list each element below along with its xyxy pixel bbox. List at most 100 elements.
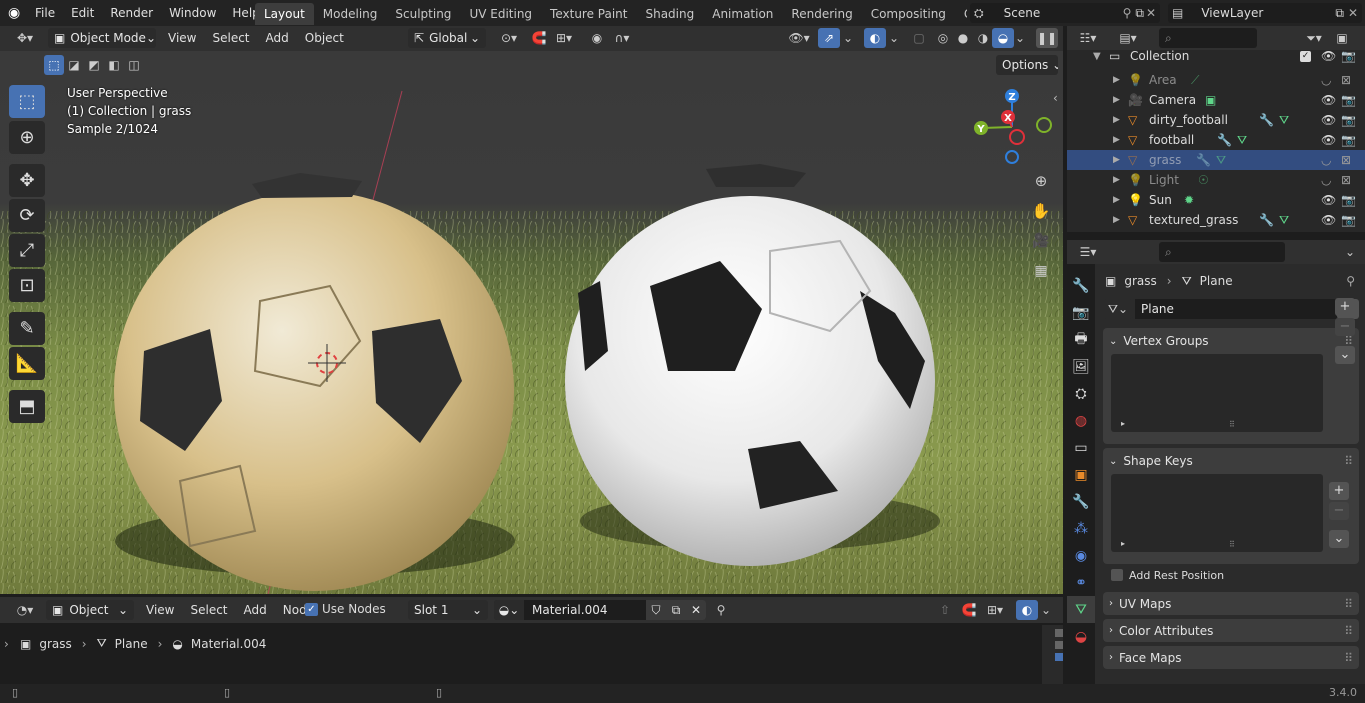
properties-search-input[interactable]: ⌕ (1159, 242, 1285, 262)
scene-selector[interactable]: ⛭ Scene ⚲ ⧉ ✕ (970, 3, 1160, 23)
add-shape-key-button[interactable]: + (1329, 482, 1349, 500)
remove-shape-key-button[interactable]: − (1329, 502, 1349, 520)
object-tab-icon[interactable]: ▣ (1067, 461, 1095, 488)
menu-select[interactable]: Select (182, 597, 235, 623)
eye-icon[interactable]: 👁 (1321, 133, 1336, 147)
options-dropdown[interactable]: Options ⌄ (996, 55, 1058, 75)
physics-tab-icon[interactable]: ◉ (1067, 542, 1095, 569)
pause-render-icon[interactable]: ❚❚ (1036, 28, 1058, 48)
scene-tab-icon[interactable]: ⛭ (1067, 380, 1095, 407)
shape-key-specials-button[interactable]: ⌄ (1329, 530, 1349, 548)
drag-handle-icon[interactable]: ⠿ (1344, 597, 1353, 611)
blender-logo-icon[interactable]: ◉ (8, 5, 26, 21)
object-data-icon[interactable]: ⟋ (1191, 73, 1199, 88)
close-icon[interactable]: ✕ (1348, 6, 1358, 20)
editor-type-icon[interactable]: ☰▾ (1073, 242, 1103, 262)
camera-render-icon[interactable]: 📷 (1341, 133, 1356, 147)
modifier-tab-icon[interactable]: 🔧 (1067, 488, 1095, 515)
menu-add[interactable]: Add (258, 26, 297, 51)
wireframe-shading-icon[interactable]: ◎ (932, 28, 954, 48)
select-new-icon[interactable]: ⬚ (44, 55, 64, 75)
add-rest-position-toggle[interactable]: Add Rest Position (1111, 564, 1359, 586)
tab-animation[interactable]: Animation (703, 3, 782, 25)
filter-icon[interactable]: ⏷▾ (1299, 28, 1329, 48)
menu-select[interactable]: Select (204, 26, 257, 51)
slot-dropdown[interactable]: Slot 1 ⌄ (408, 600, 488, 620)
shader-type-dropdown[interactable]: ▣ Object ⌄ (46, 600, 134, 620)
vertex-group-specials-button[interactable]: ⌄ (1335, 346, 1355, 364)
proportional-edit-icon[interactable]: ◉ (586, 28, 608, 48)
mesh-data-icon[interactable]: ⛛ (1237, 133, 1247, 148)
node-editor-canvas[interactable]: › ▣ grass › ⛛ Plane › ◒ Material.004 (0, 623, 1063, 684)
chevron-right-icon[interactable]: › (4, 637, 9, 651)
particles-tab-icon[interactable]: ⁂ (1067, 515, 1095, 542)
expand-icon[interactable]: ▸ (1121, 539, 1125, 548)
outliner-search-input[interactable]: ⌕ (1159, 28, 1257, 48)
render-disabled-icon[interactable]: ⊠ (1341, 173, 1351, 187)
collapse-sidebar-icon[interactable]: ‹ (1053, 91, 1058, 105)
expand-arrow-icon[interactable]: ▶ (1113, 135, 1120, 145)
object-data-icon[interactable]: ▣ (1205, 93, 1216, 107)
mesh-data-icon[interactable]: ⛛ (1216, 153, 1226, 168)
parent-node-tree-icon[interactable]: ⇧ (934, 600, 956, 620)
menu-add[interactable]: Add (236, 597, 275, 623)
visibility-icon[interactable]: 👁▾ (784, 28, 814, 48)
use-nodes-toggle[interactable]: ✓ Use Nodes (305, 602, 386, 616)
fake-user-icon[interactable]: ⛉ (646, 600, 666, 620)
unlink-material-icon[interactable]: ✕ (686, 600, 706, 620)
outliner-row[interactable]: ▶ 🎥 Camera ▣ 👁 📷 (1067, 90, 1365, 110)
checkbox-checked-icon[interactable]: ✓ (305, 602, 318, 616)
vertex-groups-header[interactable]: ⌄ Vertex Groups ⠿ (1103, 328, 1359, 354)
object-data-icon[interactable]: ☉ (1198, 173, 1209, 187)
pin-icon[interactable]: ⚲ (1123, 6, 1132, 20)
exclude-checkbox[interactable]: ✓ (1300, 50, 1311, 62)
eye-closed-icon[interactable]: ◡ (1321, 73, 1331, 87)
close-icon[interactable]: ✕ (1146, 6, 1156, 20)
camera-render-icon[interactable]: 📷 (1341, 213, 1356, 227)
chevron-down-icon[interactable]: ⌄ (886, 28, 902, 48)
outliner-row[interactable]: ▶ 💡 Sun ✹ 👁 📷 (1067, 190, 1365, 210)
tab-geometry-nodes[interactable]: Geometry Noc (955, 3, 967, 25)
snap-toggle-icon[interactable]: 🧲 (528, 28, 550, 48)
modifier-icon[interactable]: 🔧 (1259, 213, 1274, 227)
tab-uv-editing[interactable]: UV Editing (460, 3, 541, 25)
snap-element-icon[interactable]: ⊞▾ (980, 600, 1010, 620)
gizmo-toggle-icon[interactable]: ⇗ (818, 28, 840, 48)
constraints-tab-icon[interactable]: ⚭ (1067, 569, 1095, 596)
snap-toggle-icon[interactable]: 🧲 (958, 600, 980, 620)
overlays-toggle-icon[interactable]: ◐ (1016, 600, 1038, 620)
new-collection-icon[interactable]: ▣ (1331, 28, 1353, 48)
render-tab-icon[interactable]: 📷 (1067, 299, 1095, 326)
uv-maps-panel[interactable]: › UV Maps ⠿ (1103, 592, 1359, 615)
tool-tab-icon[interactable]: 🔧 (1067, 272, 1095, 299)
expand-arrow-icon[interactable]: ▶ (1113, 115, 1120, 125)
camera-view-icon[interactable]: 🎥 (1029, 229, 1053, 253)
camera-render-icon[interactable]: 📷 (1341, 49, 1356, 63)
expand-arrow-icon[interactable]: ▶ (1113, 175, 1120, 185)
mesh-name-field[interactable]: Plane (1135, 299, 1337, 319)
modifier-icon[interactable]: 🔧 (1217, 133, 1232, 147)
tab-compositing[interactable]: Compositing (862, 3, 955, 25)
material-tab-icon[interactable]: ◒ (1067, 623, 1095, 650)
eye-icon[interactable]: 👁 (1321, 113, 1336, 127)
expand-arrow-icon[interactable]: ▶ (1113, 75, 1120, 85)
mesh-data-icon[interactable]: ⛛ (1279, 113, 1289, 128)
editor-type-icon[interactable]: ✥▾ (10, 28, 40, 48)
camera-render-icon[interactable]: 📷 (1341, 113, 1356, 127)
remove-vertex-group-button[interactable]: − (1335, 318, 1355, 336)
drag-handle-icon[interactable]: ⠿ (1344, 651, 1353, 665)
world-tab-icon[interactable]: ◍ (1067, 407, 1095, 434)
add-cube-tool-icon[interactable]: ⬒ (9, 390, 45, 423)
rendered-shading-icon[interactable]: ◒ (992, 28, 1014, 48)
outliner-row[interactable]: ▶ ▽ dirty_football 🔧 ⛛ 👁 📷 (1067, 110, 1365, 130)
editor-type-icon[interactable]: ☷▾ (1073, 28, 1103, 48)
pan-hand-icon[interactable]: ✋ (1029, 199, 1053, 223)
navigation-gizmo[interactable]: Z X Y (968, 85, 1058, 169)
eye-icon[interactable]: 👁 (1321, 93, 1336, 107)
render-disabled-icon[interactable]: ⊠ (1341, 73, 1351, 87)
cursor-tool-icon[interactable]: ⊕ (9, 121, 45, 154)
transform-orientation-dropdown[interactable]: ⇱ Global ⌄ (408, 28, 486, 48)
outliner-row[interactable]: ▶ ▽ football 🔧 ⛛ 👁 📷 (1067, 130, 1365, 150)
chevron-down-icon[interactable]: ⌄ (840, 28, 856, 48)
expand-icon[interactable]: ▸ (1121, 419, 1125, 428)
